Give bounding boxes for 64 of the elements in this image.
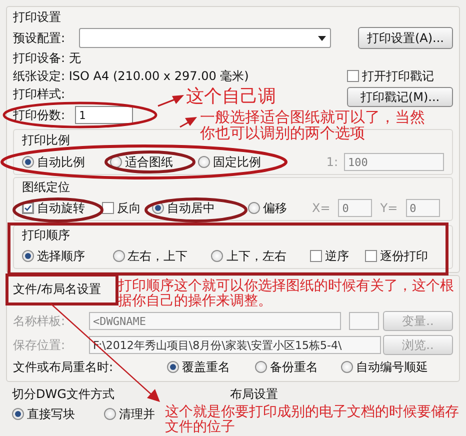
- option-label: 清理并: [119, 406, 155, 422]
- checkbox[interactable]: [365, 250, 378, 262]
- radio-button[interactable]: [167, 361, 179, 373]
- option-label: 选择顺序: [37, 248, 85, 264]
- option-label: 自动编号顺延: [356, 358, 428, 376]
- radio-button[interactable]: [198, 156, 210, 168]
- radio-button[interactable]: [211, 250, 224, 262]
- browse-button[interactable]: 浏览..: [383, 335, 453, 355]
- copies-field[interactable]: 1: [75, 106, 134, 124]
- preset-dropdown[interactable]: [79, 28, 332, 48]
- section-title: 文件/布局名设置: [13, 281, 102, 298]
- option-label: 备份重名: [270, 358, 318, 376]
- option-label: 自动比例: [37, 154, 85, 170]
- variable-button[interactable]: 变量..: [383, 311, 453, 331]
- option-label: 逆序: [324, 248, 349, 264]
- option-label: 覆盖重名: [182, 358, 230, 376]
- paper-text: 纸张设定: ISO A4 (210.00 x 297.00 毫米): [13, 68, 249, 85]
- option-label: 上下，左右: [226, 248, 286, 264]
- section-title: 打印设置: [13, 9, 61, 26]
- field-label: 名称样板:: [13, 312, 66, 330]
- option-label: 直接写块: [27, 406, 75, 422]
- group-title: 打印顺序: [22, 226, 70, 244]
- offset-label: X=: [312, 201, 330, 215]
- radio-button[interactable]: [22, 156, 34, 168]
- section-title: 布局设置: [230, 386, 278, 402]
- option-label: 逐份打印: [380, 248, 428, 264]
- radio-button[interactable]: [341, 361, 353, 373]
- radio-button[interactable]: [12, 408, 24, 420]
- annotation-note: 一般选择适合图纸就可以了，当然你也可以调别的两个选项: [200, 109, 426, 141]
- option-label: 适合图纸: [125, 154, 173, 170]
- section-title: 切分DWG文件方式: [12, 386, 114, 400]
- group-title: 打印比例: [22, 132, 70, 148]
- annotation-note: 这个就是你要打印成别的电子文档的时候要储存文件的位子: [165, 405, 460, 435]
- option-label: 打开打印戳记: [362, 68, 434, 84]
- radio-button[interactable]: [255, 361, 267, 373]
- print-stamp-button[interactable]: 打印戳记(M)...: [347, 87, 453, 107]
- field-label: 打印份数:: [13, 106, 66, 124]
- checkbox[interactable]: [310, 250, 322, 262]
- print-setup-button[interactable]: 打印设置(A)...: [358, 27, 453, 49]
- group-title: 图纸定位: [22, 178, 70, 196]
- option-label: 反向: [117, 200, 141, 216]
- radio-button[interactable]: [248, 202, 260, 214]
- option-label: 固定比例: [213, 154, 261, 170]
- input-field[interactable]: [349, 312, 379, 330]
- ratio-label: 1:: [326, 155, 338, 169]
- option-label: 偏移: [263, 200, 287, 216]
- offset-label: Y=: [380, 201, 398, 215]
- device-text: 打印设备: 无: [13, 50, 81, 67]
- annotation-arrow: [158, 95, 184, 107]
- field-label: 预设配置:: [13, 30, 66, 46]
- option-label: 自动旋转: [37, 200, 85, 216]
- option-label: 自动居中: [167, 200, 215, 216]
- radio-button[interactable]: [22, 250, 34, 262]
- annotation-arrow: [180, 117, 197, 128]
- field-label: 保存位置:: [13, 336, 66, 354]
- radio-button[interactable]: [104, 408, 116, 420]
- radio-button[interactable]: [112, 250, 125, 262]
- caret-icon: [318, 36, 326, 40]
- option-label: 左右，上下: [128, 248, 188, 264]
- annotation-note: 这个自己调: [186, 86, 276, 108]
- field-label: 打印样式:: [13, 86, 66, 103]
- checkbox[interactable]: [347, 70, 359, 82]
- field-label: 文件或布局重名时:: [13, 358, 114, 376]
- checkbox[interactable]: [102, 202, 114, 214]
